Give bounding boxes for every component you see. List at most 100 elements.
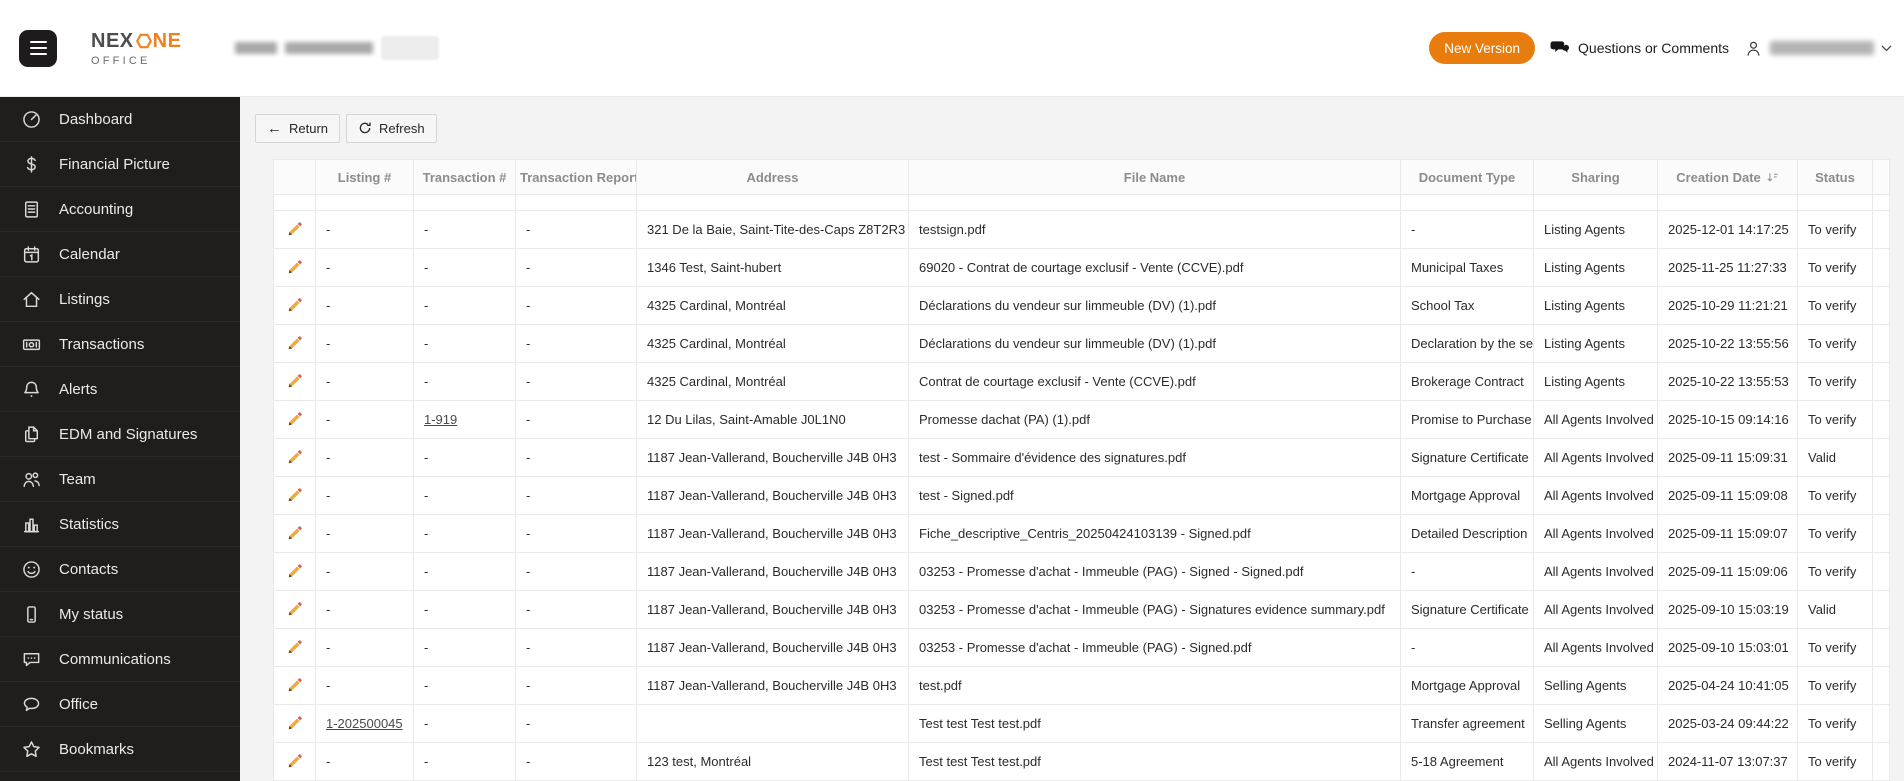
cell-address [636, 704, 909, 743]
cell-transaction: - [413, 476, 516, 515]
table-row: 1-202500045- - Test test Test test.pdf Tran… [273, 704, 1890, 743]
sidebar-item-edm-and-signatures[interactable]: EDM and Signatures [0, 412, 240, 457]
column-header-creation-date[interactable]: Creation Date [1657, 159, 1798, 195]
cell-file: 03253 - Promesse d'achat - Immeuble (PAG… [908, 552, 1401, 591]
sidebar-item-financial-picture[interactable]: Financial Picture [0, 142, 240, 187]
listing-link[interactable]: 1-202500045 [326, 716, 403, 731]
cell-filler [1872, 552, 1890, 591]
sidebar-item-calendar[interactable]: Calendar [0, 232, 240, 277]
table-row: - - -321 De la Baie, Saint-Tite-des-Caps Z… [273, 210, 1890, 249]
cell-sharing: Listing Agents [1533, 362, 1658, 401]
sidebar-item-contacts[interactable]: Contacts [0, 547, 240, 592]
sidebar-item-bookmarks[interactable]: Bookmarks [0, 727, 240, 772]
cell-status: To verify [1797, 628, 1873, 667]
column-header-sharing[interactable]: Sharing [1533, 159, 1658, 195]
cell-file: test.pdf [908, 666, 1401, 705]
column-header-status[interactable]: Status [1797, 159, 1873, 195]
pencil-icon [286, 753, 303, 770]
cell-transaction: - [413, 362, 516, 401]
cell-edit [273, 742, 316, 781]
sidebar-item-alerts[interactable]: Alerts [0, 367, 240, 412]
edit-row-button[interactable] [282, 751, 307, 772]
edit-row-button[interactable] [282, 599, 307, 620]
hamburger-menu-button[interactable] [19, 29, 57, 67]
cell-file: Déclarations du vendeur sur limmeuble (D… [908, 324, 1401, 363]
sidebar-item-label: Office [59, 695, 98, 713]
edit-row-button[interactable] [282, 713, 307, 734]
pencil-icon [286, 297, 303, 314]
my-status-icon [21, 604, 42, 625]
cell-doctype: Municipal Taxes [1400, 248, 1534, 287]
cell-address: 1187 Jean-Vallerand, Boucherville J4B 0H… [636, 666, 909, 705]
edit-row-button[interactable] [282, 675, 307, 696]
edit-row-button[interactable] [282, 219, 307, 240]
questions-or-comments-link[interactable]: Questions or Comments [1550, 39, 1729, 58]
cell-file: Contrat de courtage exclusif - Vente (CC… [908, 362, 1401, 401]
cell-transaction: - [413, 248, 516, 287]
pencil-icon [286, 715, 303, 732]
sort-descending-icon [1761, 170, 1779, 185]
column-header-listing[interactable]: Listing # [315, 159, 414, 195]
sidebar-item-communications[interactable]: Communications [0, 637, 240, 682]
cell-created: 2025-09-11 15:09:31 [1657, 438, 1798, 477]
contacts-icon [21, 559, 42, 580]
cell-status: To verify [1797, 742, 1873, 781]
table-row-partial [273, 194, 1890, 211]
cell-filler [1872, 514, 1890, 553]
main-content: ← Return Refresh Listing # Transaction # T… [240, 97, 1904, 781]
edit-row-button[interactable] [282, 371, 307, 392]
column-header-file-name[interactable]: File Name [908, 159, 1401, 195]
cell-transaction: - [413, 552, 516, 591]
sidebar-item-team[interactable]: Team [0, 457, 240, 502]
new-version-button[interactable]: New Version [1429, 32, 1536, 64]
edit-row-button[interactable] [282, 561, 307, 582]
edit-row-button[interactable] [282, 523, 307, 544]
column-header-document-type[interactable]: Document Type [1400, 159, 1534, 195]
cell-listing: - [315, 438, 414, 477]
cell-listing: - [315, 324, 414, 363]
table-row: - - -1187 Jean-Vallerand, Boucherville J4B… [273, 438, 1890, 477]
cell-edit [273, 514, 316, 553]
cell-sharing: All Agents Involved [1533, 590, 1658, 629]
cell-file: 69020 - Contrat de courtage exclusif - V… [908, 248, 1401, 287]
sidebar-item-office[interactable]: Office [0, 682, 240, 727]
table-row: - - -1187 Jean-Vallerand, Boucherville J4B… [273, 552, 1890, 591]
return-button[interactable]: ← Return [255, 113, 341, 143]
cell-transaction: - [413, 210, 516, 249]
edit-row-button[interactable] [282, 409, 307, 430]
sidebar-item-dashboard[interactable]: Dashboard [0, 97, 240, 142]
sidebar-item-statistics[interactable]: Statistics [0, 502, 240, 547]
cell-listing: - [315, 286, 414, 325]
edit-row-button[interactable] [282, 257, 307, 278]
cell-sharing: All Agents Involved [1533, 514, 1658, 553]
cell-edit [273, 552, 316, 591]
sidebar-item-label: Communications [59, 650, 171, 668]
edit-row-button[interactable] [282, 295, 307, 316]
cell-file: 03253 - Promesse d'achat - Immeuble (PAG… [908, 590, 1401, 629]
sidebar-item-transactions[interactable]: Transactions [0, 322, 240, 367]
sidebar-item-accounting[interactable]: Accounting [0, 187, 240, 232]
sidebar-item-my-status[interactable]: My status [0, 592, 240, 637]
refresh-button[interactable]: Refresh [346, 113, 437, 143]
edit-row-button[interactable] [282, 485, 307, 506]
column-header-address[interactable]: Address [636, 159, 909, 195]
column-header-transaction-report[interactable]: Transaction Report [515, 159, 637, 195]
sidebar-item-listings[interactable]: Listings [0, 277, 240, 322]
edit-row-button[interactable] [282, 447, 307, 468]
cell-report: - [515, 628, 637, 667]
cell-sharing: Listing Agents [1533, 248, 1658, 287]
cell-doctype: - [1400, 628, 1534, 667]
pencil-icon [286, 639, 303, 656]
edit-row-button[interactable] [282, 333, 307, 354]
pencil-icon [286, 601, 303, 618]
cell-listing: - [315, 210, 414, 249]
cell-filler [1872, 400, 1890, 439]
cell-sharing: Listing Agents [1533, 286, 1658, 325]
cell-transaction: - [413, 704, 516, 743]
documents-table: Listing # Transaction # Transaction Report… [273, 159, 1890, 781]
user-menu[interactable] [1744, 39, 1892, 58]
transaction-link[interactable]: 1-919 [424, 412, 457, 427]
cell-filler [1872, 628, 1890, 667]
edit-row-button[interactable] [282, 637, 307, 658]
column-header-transaction[interactable]: Transaction # [413, 159, 516, 195]
